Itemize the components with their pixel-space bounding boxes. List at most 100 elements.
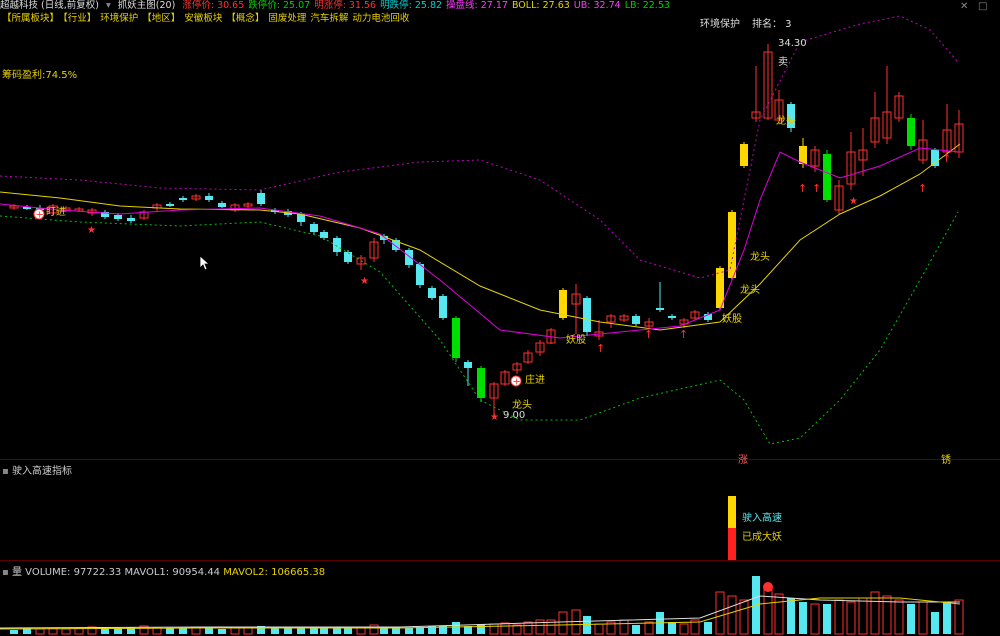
- panel2-label1: 驶入高速: [742, 513, 782, 524]
- sell-label: 卖: [778, 57, 788, 68]
- arrow-up-icon: ↑: [679, 328, 688, 341]
- candle-body: [931, 150, 939, 166]
- volume-bar: [810, 603, 820, 635]
- volume-bar: [10, 630, 18, 634]
- plus-icon: +: [513, 377, 521, 388]
- candle-body: [907, 118, 915, 146]
- volume-bar: [477, 624, 485, 634]
- volume-bar: [704, 622, 712, 634]
- mouse-cursor-icon: [199, 255, 211, 274]
- star-icon: ★: [360, 276, 369, 287]
- volume-bar: [619, 619, 629, 635]
- candle-body: [333, 238, 341, 252]
- volume-bar: [679, 623, 689, 635]
- candle-body: [439, 296, 447, 318]
- candle-body: [166, 204, 174, 206]
- candle-body: [464, 362, 472, 368]
- mavol1-line: [0, 595, 960, 629]
- candle-body: [477, 368, 485, 398]
- volume-bar: [931, 612, 939, 634]
- volume-bar: [284, 628, 292, 634]
- volume-bar: [35, 628, 45, 635]
- volume-bar: [774, 593, 784, 635]
- zhuangjin-label: 庄进: [525, 375, 545, 386]
- signal-bar: [728, 528, 736, 560]
- volume-bar: [594, 623, 604, 635]
- volume-bar: [191, 627, 201, 635]
- xiu-label: 锈: [941, 455, 951, 466]
- star-icon: ★: [490, 412, 499, 423]
- dingzhi-label: 盯进: [46, 207, 66, 218]
- volume-bar: [271, 628, 279, 634]
- arrow-up-icon: ↑: [942, 152, 951, 165]
- candle-body: [799, 146, 807, 164]
- volume-bar: [739, 599, 749, 635]
- volume-bar: [205, 628, 213, 634]
- volume-bar: [344, 628, 352, 634]
- candle-body: [179, 198, 187, 200]
- volume-bar: [823, 604, 831, 634]
- star-icon: ★: [87, 225, 96, 236]
- volume-bar: [243, 627, 253, 635]
- longtou-label: 龙头: [776, 116, 796, 127]
- candle-body: [823, 154, 831, 200]
- candle-body: [320, 232, 328, 238]
- candle-body: [127, 218, 135, 221]
- volume-bar: [218, 629, 226, 634]
- candle-body: [218, 203, 226, 207]
- volume-bar: [369, 624, 379, 635]
- volume-bar: [230, 627, 240, 635]
- yaogu-label: 妖股: [722, 314, 742, 325]
- boll-upper-line: [0, 15, 959, 279]
- volume-bar: [954, 599, 964, 635]
- volume-bar: [523, 621, 533, 635]
- candle-body: [205, 196, 213, 200]
- volume-bar: [918, 601, 928, 635]
- arrow-up-icon: ↑: [812, 182, 821, 195]
- longtou-label: 龙头: [512, 400, 532, 411]
- candle-body: [310, 224, 318, 232]
- volume-bar: [799, 602, 807, 634]
- volume-bar: [858, 597, 868, 635]
- candle-body: [656, 308, 664, 310]
- candle-body: [740, 144, 748, 166]
- volume-bar: [644, 621, 654, 635]
- volume-bar: [310, 628, 318, 634]
- kline-chart[interactable]: ★ ★ ★ ★ ↑ ↑ ↑ ↑ ↑ ↑ ↑ + +: [0, 0, 1000, 636]
- high-label: 34.30: [778, 38, 807, 49]
- candle-body: [728, 212, 736, 278]
- arrow-up-icon: ↑: [596, 342, 605, 355]
- volume-bar: [907, 604, 915, 634]
- candle-body: [257, 193, 265, 204]
- volume-bar: [489, 623, 499, 635]
- volume-bar: [834, 599, 844, 635]
- boll-mid-line: [0, 143, 961, 331]
- longtou-label: 龙头: [750, 252, 770, 263]
- volume-bar: [179, 628, 187, 634]
- candle-body: [452, 318, 460, 358]
- candle-body: [583, 298, 591, 332]
- volume-bar: [727, 595, 737, 635]
- volume-bar: [943, 602, 951, 634]
- arrow-up-icon: ↑: [798, 182, 807, 195]
- volume-bar: [166, 628, 174, 634]
- boll-lower-line: [0, 211, 959, 445]
- candle-body: [344, 252, 352, 262]
- volume-bar: [715, 591, 725, 635]
- volume-bar: [846, 601, 856, 635]
- arrow-up-icon: ↑: [644, 328, 653, 341]
- signal-bar: [728, 496, 736, 528]
- volume-bar: [405, 628, 413, 634]
- star-icon: ★: [849, 196, 858, 207]
- volume-bar: [452, 622, 460, 634]
- volume-bar: [320, 628, 328, 634]
- arrow-up-icon: ↑: [918, 182, 927, 195]
- volume-bar: [668, 622, 676, 634]
- ma-line: [0, 147, 961, 339]
- candle-body: [114, 215, 122, 219]
- volume-bar: [558, 611, 568, 635]
- candle-body: [428, 288, 436, 298]
- low-label: 9.00: [503, 410, 526, 421]
- zhang-label: 涨: [738, 455, 748, 466]
- volume-bar: [787, 598, 795, 634]
